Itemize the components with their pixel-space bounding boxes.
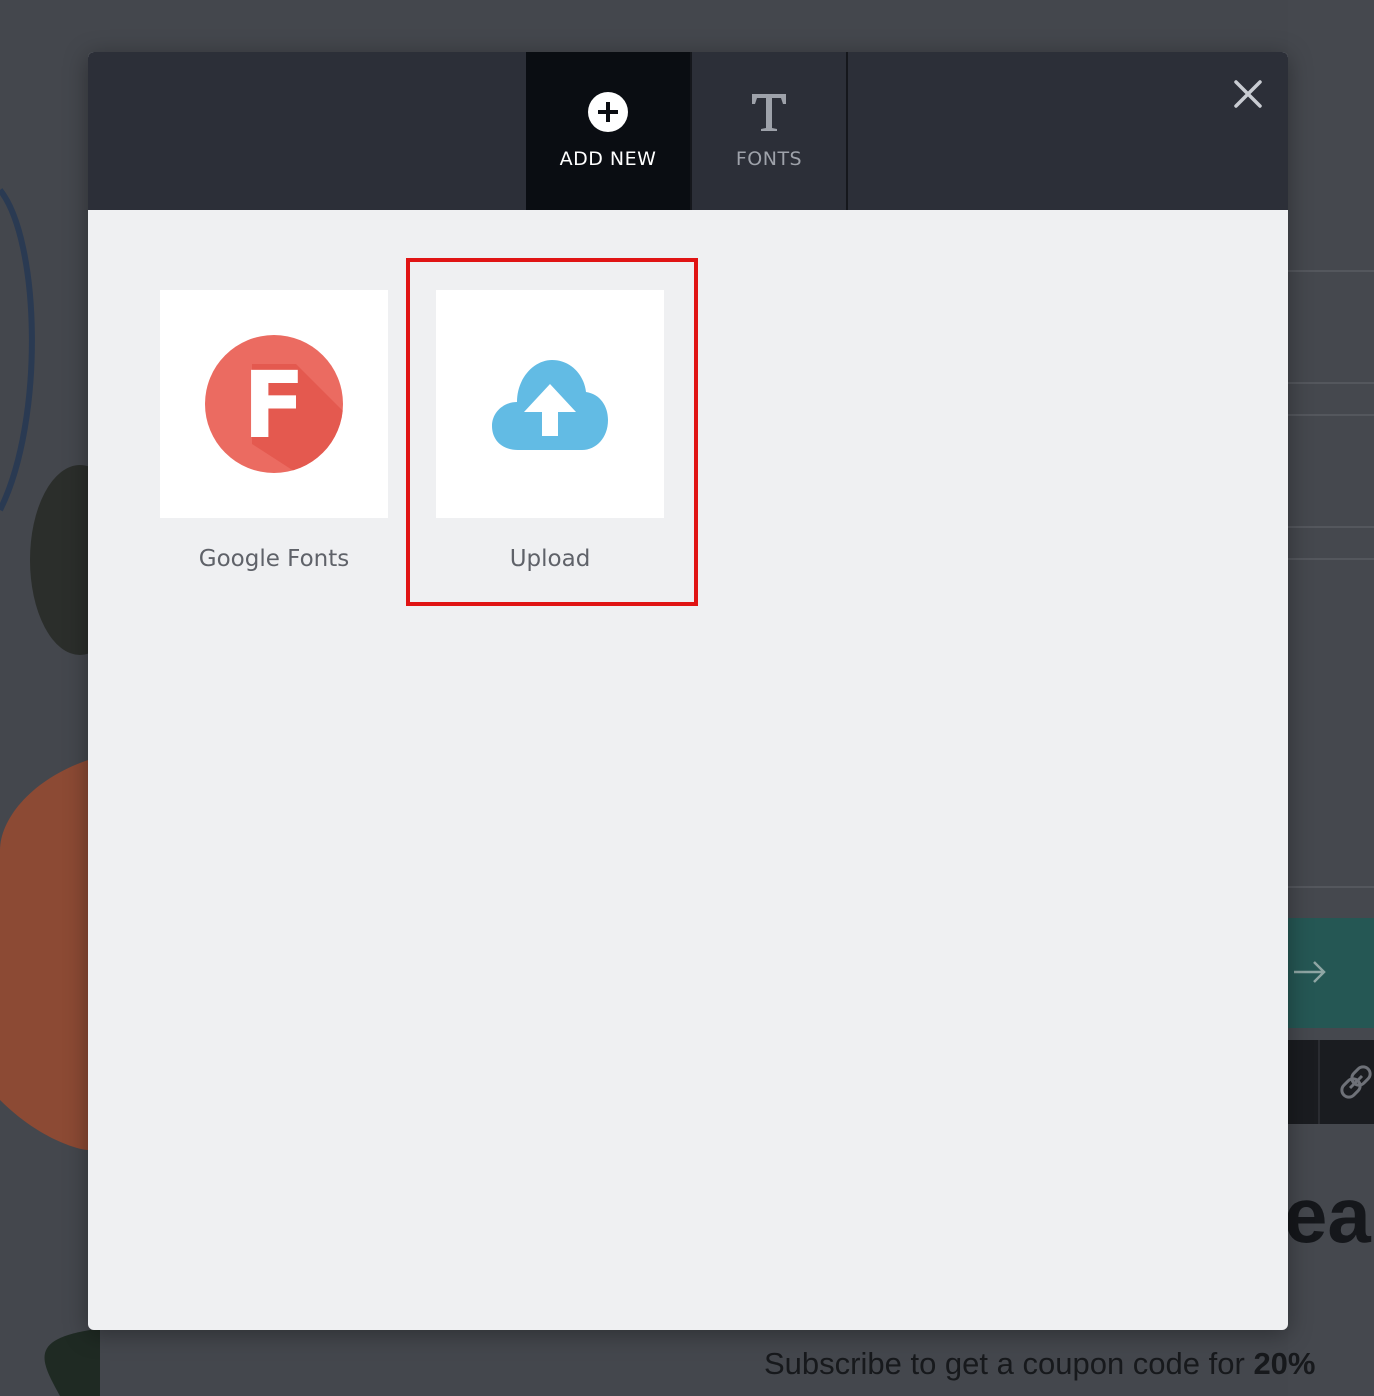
tab-add-new[interactable]: ADD NEW [526,52,690,210]
tab-fonts-label: FONTS [735,148,803,170]
cloud-upload-icon [492,360,608,450]
tab-add-new-label: ADD NEW [559,148,657,170]
background-divider [1288,886,1374,888]
close-icon [1234,80,1262,108]
fonts-modal: ADD NEW FONTS F Google Fonts Upload [88,52,1288,1330]
google-fonts-icon: F [205,335,343,473]
upload-tile[interactable] [436,290,664,518]
arrow-right-icon [1290,950,1330,994]
background-divider [1318,1040,1320,1124]
modal-header: ADD NEW FONTS [88,52,1288,210]
upload-card[interactable]: Upload [436,290,664,574]
background-divider [1288,270,1374,272]
google-fonts-card[interactable]: F Google Fonts [160,290,388,574]
subscribe-text: Subscribe to get a coupon code for [764,1346,1254,1381]
subscribe-discount: 20% [1253,1346,1316,1381]
google-fonts-icon-letter: F [243,352,306,459]
close-button[interactable] [1228,74,1268,114]
upload-label: Upload [509,546,591,572]
link-icon [1340,1065,1372,1099]
background-divider [1288,382,1374,384]
background-divider [1288,414,1374,416]
background-subscribe-text: Subscribe to get a coupon code for 20% [764,1342,1374,1386]
text-t-icon [749,92,789,132]
background-divider [1288,526,1374,528]
background-heading: ea [1284,1171,1371,1259]
tab-fonts[interactable]: FONTS [690,52,848,210]
plus-circle-icon [588,92,628,132]
background-decoration [0,188,100,1396]
background-divider [1288,558,1374,560]
google-fonts-tile[interactable]: F [160,290,388,518]
google-fonts-label: Google Fonts [198,546,350,572]
